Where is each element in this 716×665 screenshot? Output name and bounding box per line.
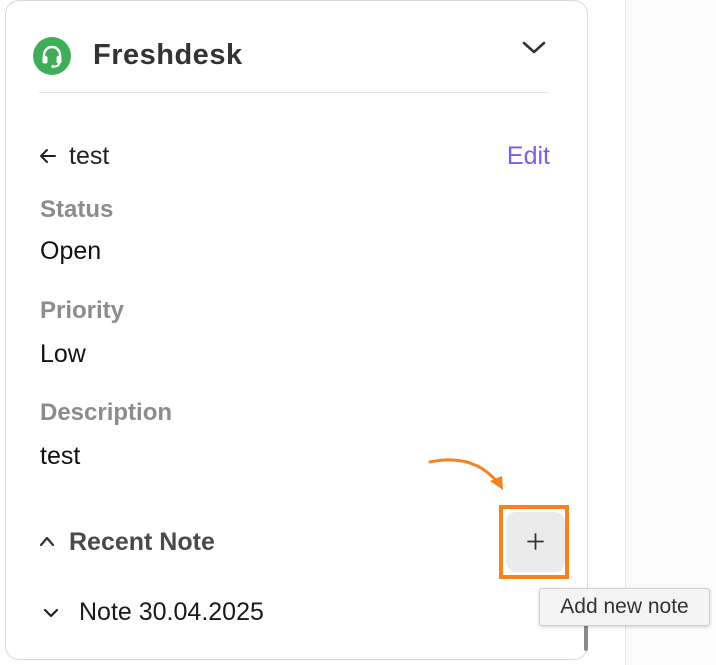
note-title: Note 30.04.2025: [79, 598, 264, 626]
status-label: Status: [40, 196, 114, 223]
header-divider: [39, 92, 549, 93]
status-value: Open: [40, 237, 102, 265]
priority-label: Priority: [40, 297, 125, 324]
page: Freshdesk test Edit Status Open Priority…: [0, 0, 716, 665]
plus-icon: [527, 533, 544, 550]
description-value: test: [40, 442, 81, 470]
add-note-button[interactable]: [506, 512, 565, 572]
chevron-down-icon[interactable]: [521, 38, 547, 58]
annotation-arrow: [428, 458, 503, 490]
ticket-title: test: [69, 142, 110, 170]
chevron-down-icon[interactable]: [42, 606, 60, 618]
arrow-left-icon[interactable]: [38, 146, 58, 166]
recent-note-title: Recent Note: [69, 528, 215, 556]
add-note-tooltip: Add new note: [539, 588, 710, 626]
headset-icon: [33, 37, 71, 75]
edit-link[interactable]: Edit: [507, 140, 550, 172]
panel-header[interactable]: Freshdesk: [33, 36, 548, 76]
right-divider: [625, 0, 626, 665]
description-label: Description: [40, 399, 173, 426]
app-title: Freshdesk: [93, 39, 243, 71]
recent-note-section[interactable]: Recent Note: [38, 526, 338, 558]
priority-value: Low: [40, 340, 86, 368]
chevron-up-icon[interactable]: [38, 534, 56, 548]
note-item[interactable]: Note 30.04.2025: [42, 596, 442, 628]
right-background: [626, 0, 716, 665]
ticket-header: test Edit: [38, 140, 550, 172]
